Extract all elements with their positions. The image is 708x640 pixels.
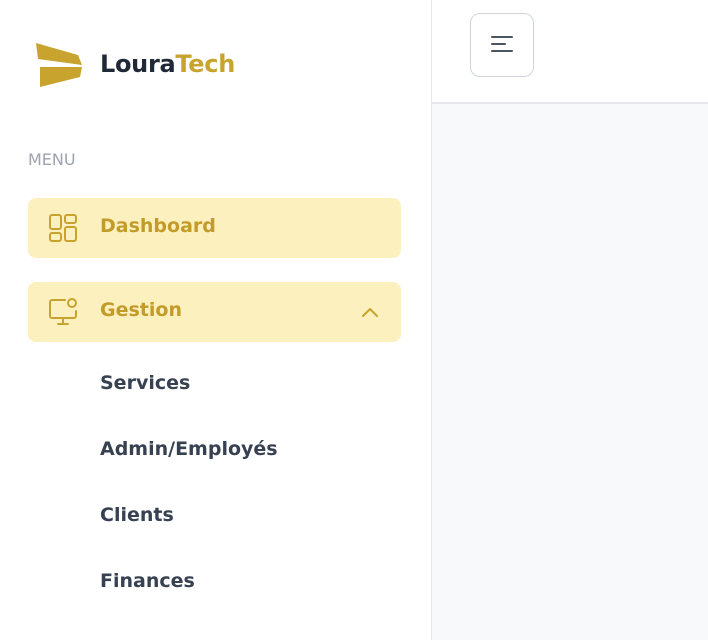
dashboard-grid-icon — [49, 214, 77, 242]
sidebar-subitem-services[interactable]: Services — [100, 372, 190, 394]
main-content — [432, 104, 708, 640]
sidebar: LouraTech MENU Dashboard Gestion Service… — [0, 0, 432, 640]
sidebar-subitem-clients[interactable]: Clients — [100, 504, 174, 526]
sidebar-subitem-admin-employes[interactable]: Admin/Employés — [100, 438, 278, 460]
top-header — [432, 0, 708, 104]
sidebar-item-label: Gestion — [100, 299, 182, 321]
sidebar-item-label: Dashboard — [100, 215, 216, 237]
chevron-up-icon[interactable] — [361, 304, 379, 320]
brand-name: LouraTech — [100, 50, 235, 78]
brand-name-part1: Loura — [100, 50, 176, 78]
menu-lines-icon — [491, 36, 513, 52]
sidebar-toggle-button[interactable] — [470, 13, 534, 77]
sidebar-item-gestion[interactable]: Gestion — [28, 282, 401, 342]
brand-logo-icon — [36, 43, 82, 87]
monitor-user-icon — [49, 298, 77, 325]
sidebar-subitem-finances[interactable]: Finances — [100, 570, 195, 592]
brand-name-part2: Tech — [175, 50, 235, 78]
sidebar-item-dashboard[interactable]: Dashboard — [28, 198, 401, 258]
menu-section-label: MENU — [28, 150, 76, 169]
